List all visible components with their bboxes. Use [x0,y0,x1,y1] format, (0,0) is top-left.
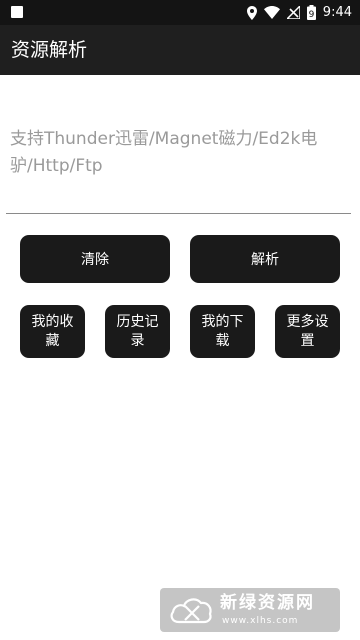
wifi-icon [263,6,280,19]
battery-icon: 9 [306,5,316,20]
clear-button[interactable]: 清除 [20,235,170,283]
favorites-button[interactable]: 我的收藏 [20,305,85,358]
status-icons: 9 9:44 [246,4,352,21]
downloads-button[interactable]: 我的下载 [190,305,255,358]
clear-button-label: 清除 [81,252,109,268]
history-button-label: 历史记录 [116,313,159,349]
no-signal-icon [286,6,300,19]
downloads-button-label: 我的下载 [201,313,244,349]
watermark: 新绿资源网 www.xlhs.com [160,588,340,632]
notification-square-icon [11,6,23,18]
app-bar: 资源解析 [0,25,360,75]
parse-button[interactable]: 解析 [190,235,340,283]
favorites-button-label: 我的收藏 [31,313,74,349]
page-title: 资源解析 [11,39,88,61]
location-pin-icon [246,5,257,20]
battery-level-text: 9 [308,10,314,20]
status-bar: 9 9:44 [0,0,360,25]
watermark-name: 新绿资源网 [220,593,315,613]
history-button[interactable]: 历史记录 [105,305,170,358]
status-time: 9:44 [322,5,352,20]
cloud-logo-icon [170,598,212,624]
settings-button[interactable]: 更多设置 [275,305,340,358]
resource-link-input[interactable] [6,118,351,214]
parse-button-label: 解析 [251,252,279,268]
settings-button-label: 更多设置 [286,313,329,349]
watermark-url: www.xlhs.com [222,616,299,626]
